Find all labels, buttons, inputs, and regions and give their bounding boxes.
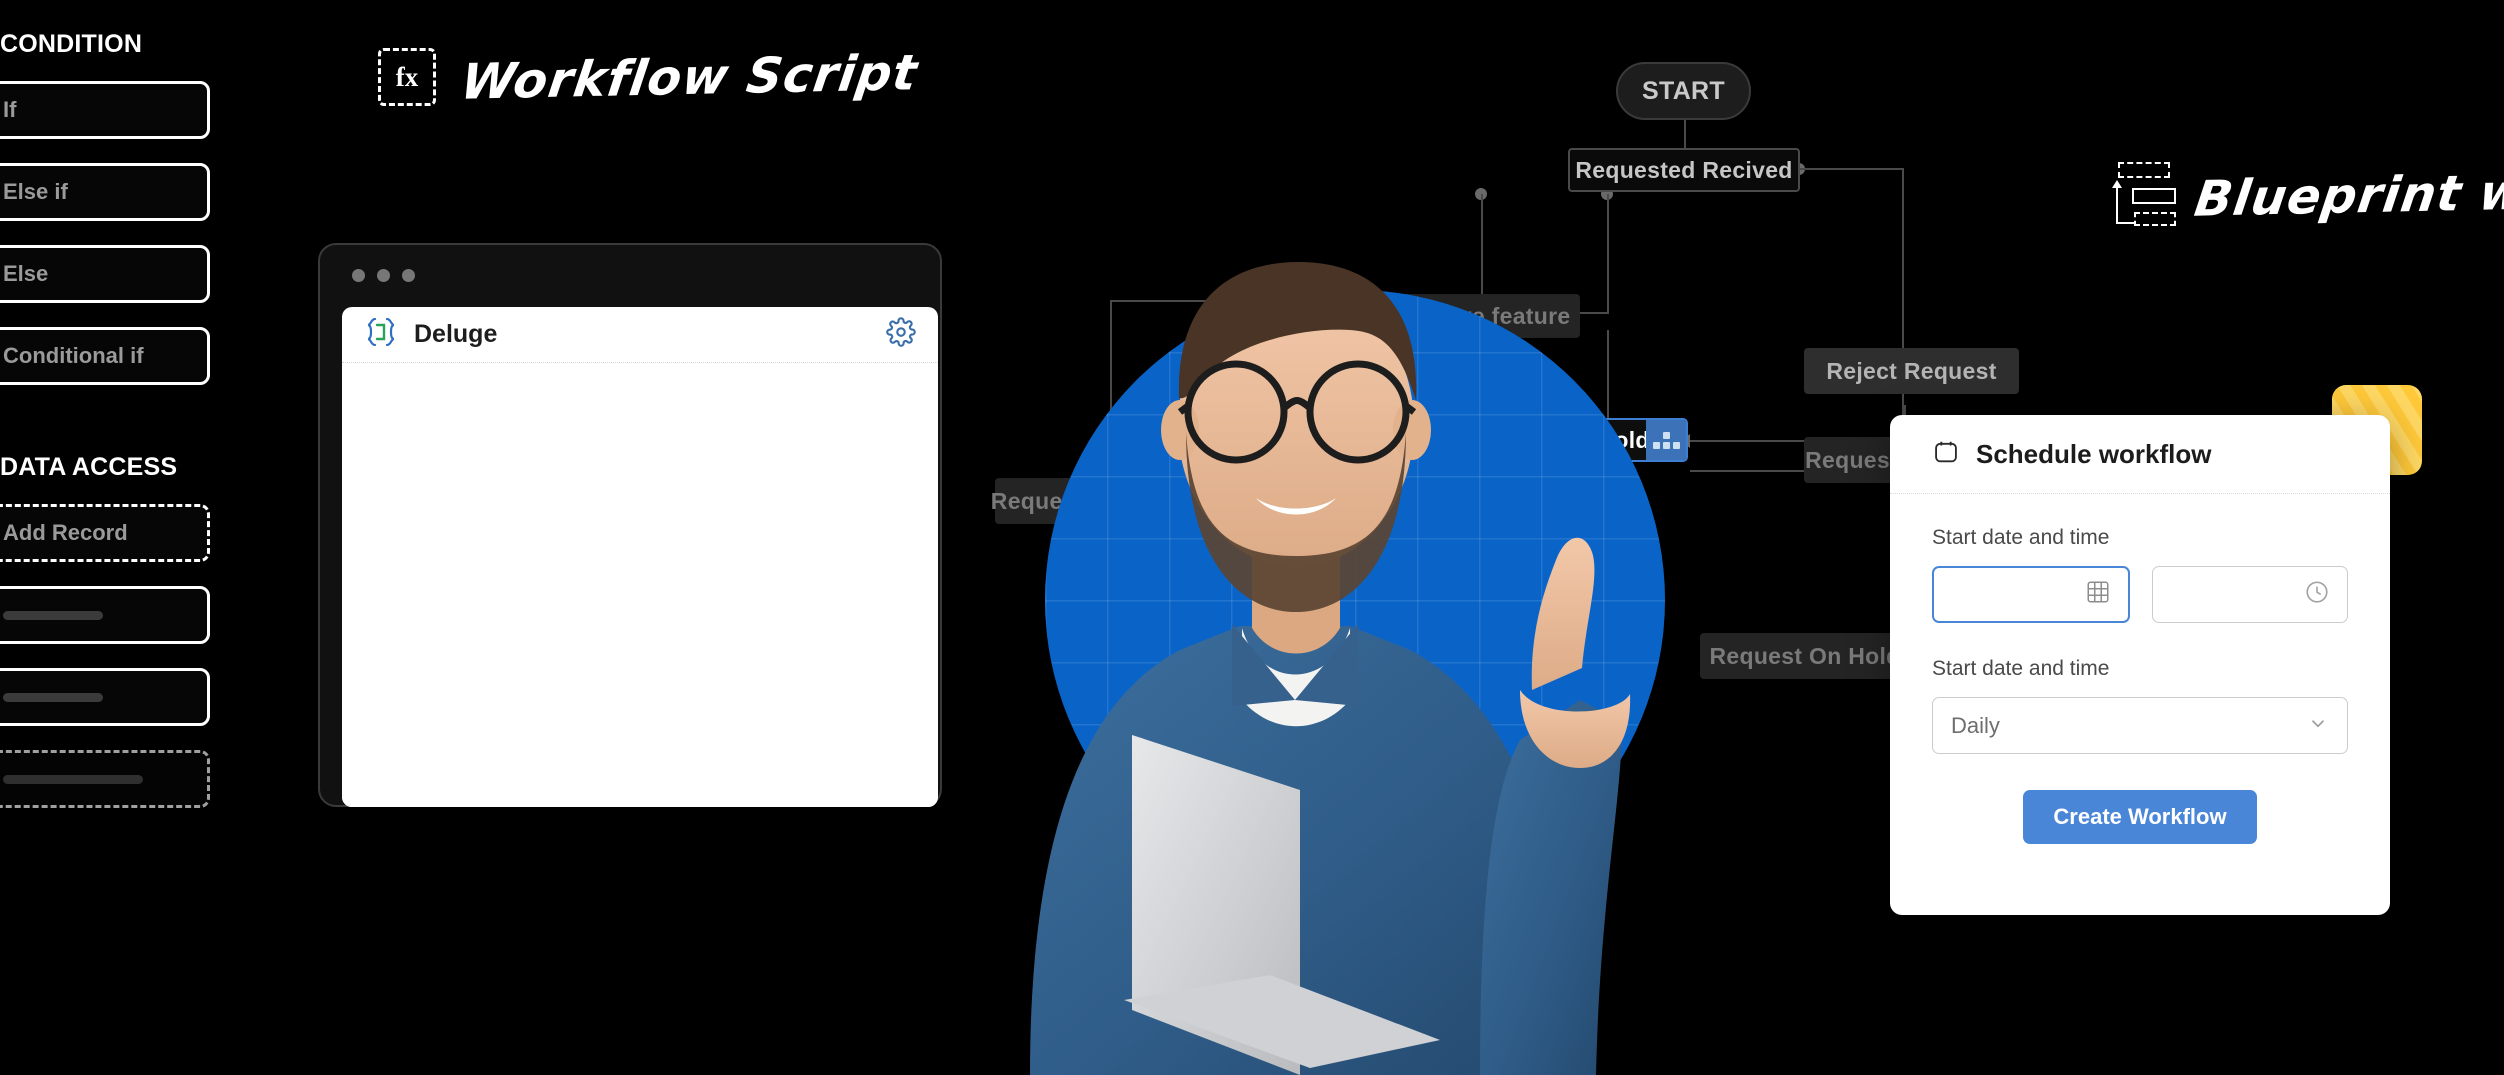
clock-icon xyxy=(2304,579,2330,610)
man-with-laptop-illustration xyxy=(1030,262,1631,1075)
calendar-icon xyxy=(1932,438,1960,471)
window-dot-2 xyxy=(377,269,390,282)
frequency-value: Daily xyxy=(1951,712,2000,738)
person-photo xyxy=(880,0,1700,1075)
code-brackets-icon xyxy=(364,315,398,354)
window-controls[interactable] xyxy=(352,269,415,282)
hero-illustration: CONDITION If Else if Else Conditional if… xyxy=(0,0,2504,1075)
dialog-header: Schedule workflow xyxy=(1890,415,2390,494)
deluge-title: Deluge xyxy=(414,320,498,348)
window-dot-1 xyxy=(352,269,365,282)
node-reject-request-label: Reject Request xyxy=(1826,357,1997,384)
start-date-label: Start date and time xyxy=(1932,526,2110,549)
node-reject-request[interactable]: Reject Request xyxy=(1804,348,2019,394)
date-time-row xyxy=(1932,566,2348,623)
start-date-input[interactable] xyxy=(1932,566,2130,623)
deluge-editor-card: Deluge xyxy=(342,307,938,807)
dialog-body: Start date and time Start date and time … xyxy=(1890,494,2390,844)
schedule-workflow-dialog: Schedule workflow Start date and time St… xyxy=(1890,415,2390,915)
deluge-code-area[interactable] xyxy=(342,363,938,807)
deluge-browser-window: Deluge xyxy=(318,243,942,807)
create-workflow-button[interactable]: Create Workflow xyxy=(2023,790,2257,844)
dialog-title: Schedule workflow xyxy=(1976,438,2212,469)
start-time-input[interactable] xyxy=(2152,566,2348,623)
node-request-on-hold[interactable]: Request On Hold xyxy=(1700,633,1910,679)
node-request-on-hold-label: Request On Hold xyxy=(1709,642,1901,669)
connector xyxy=(1902,168,1904,358)
window-dot-3 xyxy=(402,269,415,282)
frequency-select[interactable]: Daily xyxy=(1932,697,2348,754)
connector xyxy=(1799,168,1904,170)
repeat-label: Start date and time xyxy=(1932,657,2110,680)
calendar-grid-icon xyxy=(2085,579,2111,610)
deluge-header: Deluge xyxy=(342,307,938,363)
chevron-down-icon xyxy=(2307,712,2329,740)
